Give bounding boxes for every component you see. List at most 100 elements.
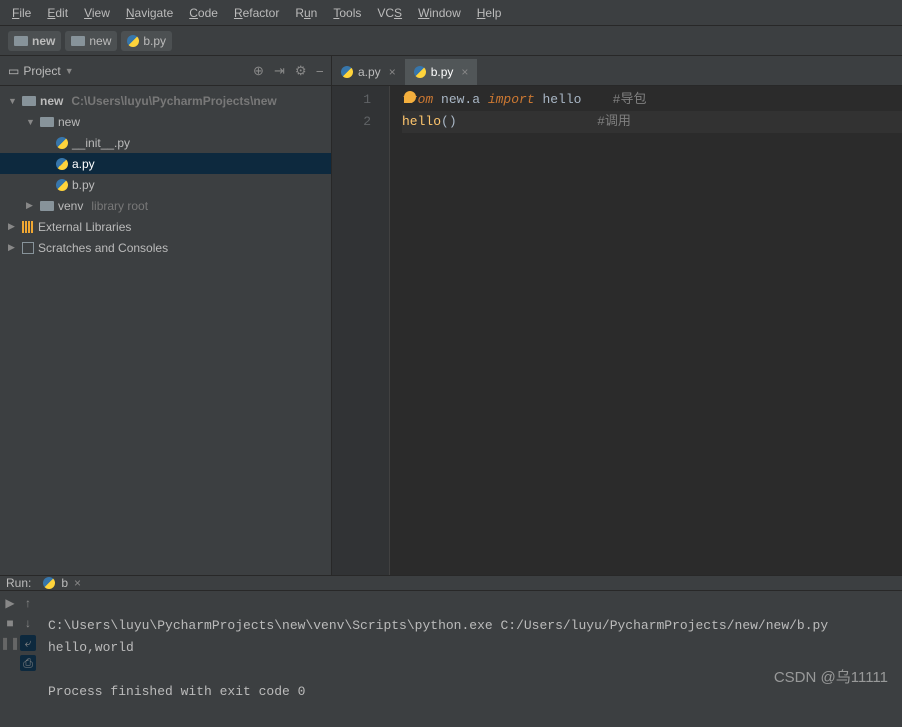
soft-wrap-button[interactable]: ⤶ <box>20 635 36 651</box>
python-run-icon <box>414 66 426 78</box>
editor-tab[interactable]: a.py × <box>332 59 405 85</box>
editor-tabs: a.py × b.py × <box>332 56 902 86</box>
run-toolbar: ▶ ■ ❚❚ ↑ ↓ ⤶ ⎙ <box>0 591 40 727</box>
run-title: Run: <box>6 576 31 590</box>
menu-view[interactable]: View <box>76 6 118 20</box>
hide-icon[interactable]: ⎯ <box>317 63 324 79</box>
tree-label: new <box>40 94 63 108</box>
line-number: 2 <box>332 111 371 133</box>
close-icon[interactable]: × <box>389 65 396 79</box>
run-panel: Run: b × ▶ ■ ❚❚ ↑ ↓ ⤶ ⎙ C:\Users\luyu\Py… <box>0 575 902 701</box>
gutter: 1 2 <box>332 86 390 575</box>
breadcrumb[interactable]: b.py <box>121 31 172 51</box>
console-line: C:\Users\luyu\PycharmProjects\new\venv\S… <box>48 618 828 633</box>
folder-icon <box>40 201 54 211</box>
menu-code[interactable]: Code <box>181 6 226 20</box>
pause-button[interactable]: ❚❚ <box>2 635 18 651</box>
tree-file[interactable]: a.py <box>0 153 331 174</box>
gear-icon[interactable]: ⚙ <box>295 63 307 79</box>
breadcrumb-label: b.py <box>143 34 166 48</box>
tree-path: C:\Users\luyu\PycharmProjects\new <box>71 94 276 108</box>
editor: a.py × b.py × 1 2 from new.a import hello … <box>332 56 902 575</box>
tree-label: a.py <box>72 157 95 171</box>
tree-folder[interactable]: ▼ new <box>0 111 331 132</box>
run-header: Run: b × <box>0 576 902 591</box>
project-tool-icon: ▭ <box>8 64 19 78</box>
code-line: hello() #调用 <box>402 111 902 133</box>
python-run-icon <box>56 179 68 191</box>
dropdown-arrow-icon[interactable]: ▼ <box>65 66 74 76</box>
console-line: Process finished with exit code 0 <box>48 684 305 699</box>
chevron-down-icon: ▼ <box>8 96 18 106</box>
tree-file[interactable]: __init__.py <box>0 132 331 153</box>
tab-label: a.py <box>358 65 381 79</box>
close-icon[interactable]: × <box>461 65 468 79</box>
library-icon <box>22 221 34 233</box>
project-tree: ▼ new C:\Users\luyu\PycharmProjects\new ▼ n… <box>0 86 331 262</box>
scroll-end-button[interactable]: ⎙ <box>20 655 36 671</box>
tree-label: new <box>58 115 80 129</box>
chevron-right-icon: ▶ <box>8 242 18 253</box>
python-icon <box>56 158 68 170</box>
menu-file[interactable]: File <box>4 6 39 20</box>
scratch-icon <box>22 242 34 254</box>
editor-tab[interactable]: b.py × <box>405 59 478 85</box>
up-button[interactable]: ↑ <box>20 595 36 611</box>
tree-folder[interactable]: ▶ venv library root <box>0 195 331 216</box>
console-output[interactable]: C:\Users\luyu\PycharmProjects\new\venv\S… <box>40 591 902 727</box>
tree-root[interactable]: ▼ new C:\Users\luyu\PycharmProjects\new <box>0 90 331 111</box>
chevron-right-icon: ▶ <box>26 200 36 211</box>
close-icon[interactable]: × <box>74 576 81 590</box>
sidebar-header: ▭ Project ▼ ⊕ ⇥ ⚙ ⎯ <box>0 56 331 86</box>
folder-icon <box>22 96 36 106</box>
run-config-name[interactable]: b <box>61 576 68 590</box>
down-button[interactable]: ↓ <box>20 615 36 631</box>
tab-label: b.py <box>431 65 454 79</box>
tree-scratches[interactable]: ▶ Scratches and Consoles <box>0 237 331 258</box>
tree-label: Scratches and Consoles <box>38 241 168 255</box>
sidebar-title[interactable]: Project <box>23 64 60 78</box>
tree-file[interactable]: b.py <box>0 174 331 195</box>
python-icon <box>56 137 68 149</box>
code-content[interactable]: from new.a import hello #导包 hello() #调用 <box>390 86 902 575</box>
breadcrumb[interactable]: new <box>8 31 61 51</box>
breadcrumb-label: new <box>32 34 55 48</box>
folder-icon <box>71 36 85 46</box>
tree-label: __init__.py <box>72 136 130 150</box>
menu-help[interactable]: Help <box>469 6 510 20</box>
menu-bar: File Edit View Navigate Code Refactor Ru… <box>0 0 902 26</box>
locate-icon[interactable]: ⊕ <box>253 63 264 79</box>
code-line: from new.a import hello #导包 <box>402 89 902 111</box>
python-icon <box>127 35 139 47</box>
breadcrumb-label: new <box>89 34 111 48</box>
menu-vcs[interactable]: VCS <box>369 6 410 20</box>
folder-icon <box>40 117 54 127</box>
tree-label: venv <box>58 199 83 213</box>
project-sidebar: ▭ Project ▼ ⊕ ⇥ ⚙ ⎯ ▼ new C:\Users\luyu\Py… <box>0 56 332 575</box>
python-run-icon <box>43 577 55 589</box>
tree-label: External Libraries <box>38 220 131 234</box>
breadcrumb[interactable]: new <box>65 31 117 51</box>
python-icon <box>341 66 353 78</box>
tree-label: b.py <box>72 178 95 192</box>
folder-icon <box>14 36 28 46</box>
code-area[interactable]: 1 2 from new.a import hello #导包 hello() … <box>332 86 902 575</box>
watermark: CSDN @乌11111 <box>774 666 888 687</box>
stop-button[interactable]: ■ <box>2 615 18 631</box>
line-number: 1 <box>332 89 371 111</box>
collapse-icon[interactable]: ⇥ <box>274 63 285 79</box>
rerun-button[interactable]: ▶ <box>2 595 18 611</box>
console-line: hello,world <box>48 640 134 655</box>
menu-edit[interactable]: Edit <box>39 6 76 20</box>
chevron-right-icon: ▶ <box>8 221 18 232</box>
chevron-down-icon: ▼ <box>26 117 36 127</box>
menu-run[interactable]: Run <box>287 6 325 20</box>
tree-external-libs[interactable]: ▶ External Libraries <box>0 216 331 237</box>
menu-navigate[interactable]: Navigate <box>118 6 181 20</box>
tree-hint: library root <box>91 199 148 213</box>
menu-tools[interactable]: Tools <box>325 6 369 20</box>
menu-refactor[interactable]: Refactor <box>226 6 287 20</box>
intention-bulb-icon[interactable] <box>404 91 416 103</box>
menu-window[interactable]: Window <box>410 6 469 20</box>
breadcrumb-bar: new new b.py <box>0 26 902 56</box>
